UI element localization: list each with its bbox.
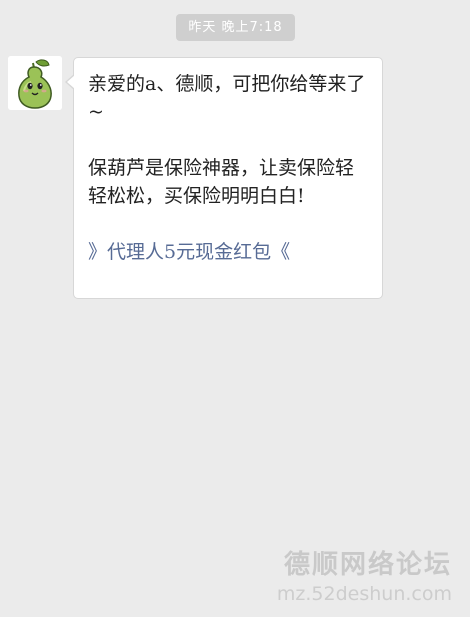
message-body: 保葫芦是保险神器，让卖保险轻轻松松，买保险明明白白!	[88, 157, 355, 207]
watermark-url: mz.52deshun.com	[276, 583, 452, 605]
forum-watermark: 德顺网络论坛 mz.52deshun.com	[277, 544, 452, 605]
message-timestamp: 昨天 晚上7:18	[176, 14, 295, 41]
red-packet-link[interactable]: 》代理人5元现金红包《	[88, 238, 370, 266]
watermark-title: 德顺网络论坛	[283, 550, 452, 580]
chat-screen: 昨天 晚上7:18 亲爱的a、德顺，可把你给等来了~ 保葫芦是保险神器，让卖保险…	[0, 0, 470, 617]
message-greeting: 亲爱的a、德顺，可把你给等来了~	[88, 73, 366, 123]
avatar[interactable]	[8, 56, 62, 110]
message-bubble[interactable]: 亲爱的a、德顺，可把你给等来了~ 保葫芦是保险神器，让卖保险轻轻松松，买保险明明…	[73, 57, 383, 299]
bubble-tail-inner	[67, 75, 75, 89]
gourd-mascot-icon	[8, 56, 62, 110]
